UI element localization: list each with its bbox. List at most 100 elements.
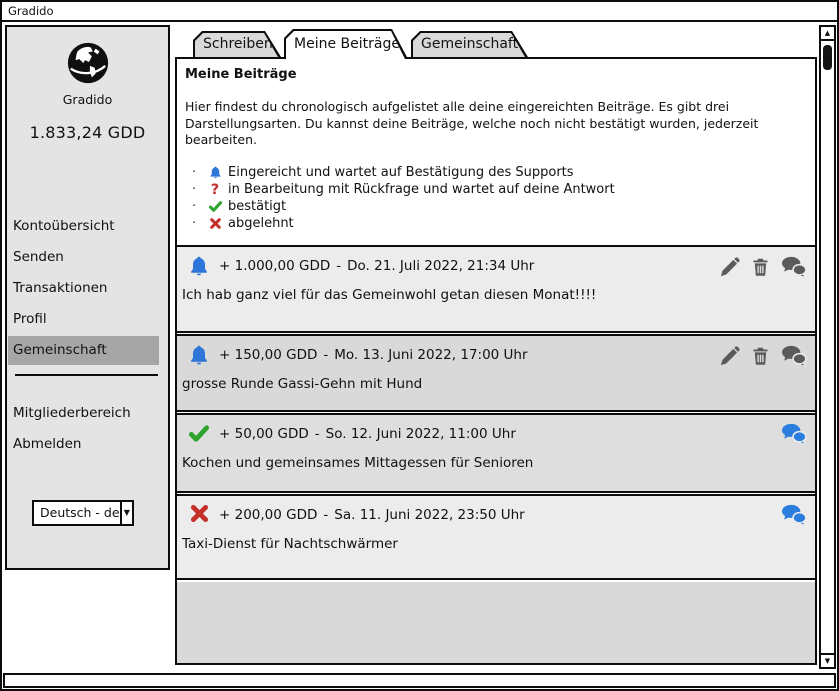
bullet: · (192, 216, 202, 231)
window-title: Gradido (8, 4, 54, 18)
sidebar-divider (15, 374, 158, 376)
sidebar-nav: Kontoübersicht Senden Transaktionen Profil G… (7, 212, 168, 365)
chat-button[interactable] (780, 423, 807, 445)
chat-icon (780, 256, 807, 278)
chat-button[interactable] (780, 256, 807, 278)
tab[interactable]: Gemeinschaft (411, 31, 528, 57)
contribution-date: Mo. 13. Juni 2022, 17:00 Uhr (334, 347, 527, 363)
legend-row: · bestätigt (192, 198, 615, 215)
language-dropdown[interactable]: Deutsch - de ▼ (32, 500, 134, 526)
logo (7, 40, 168, 90)
legend-icon-slot (202, 217, 228, 230)
contribution-card: + 1.000,00 GDD-Do. 21. Juli 2022, 21:34 … (177, 245, 815, 333)
scrollbar-thumb[interactable] (823, 45, 832, 70)
contribution-card: + 50,00 GDD-So. 12. Juni 2022, 11:00 Uhr (177, 413, 815, 493)
contribution-date: Sa. 11. Juni 2022, 23:50 Uhr (334, 507, 524, 523)
main-panel: Meine Beiträge Hier findest du chronolog… (175, 57, 817, 665)
contribution-card: + 150,00 GDD-Mo. 13. Juni 2022, 17:00 Uh… (177, 334, 815, 412)
scroll-down-button[interactable]: ▼ (821, 653, 834, 667)
sidebar-nav-item[interactable]: Kontoübersicht (8, 212, 159, 241)
contribution-description: Taxi-Dienst für Nachtschwärmer (182, 536, 775, 552)
list-filler (177, 582, 815, 663)
sidebar-nav-item[interactable]: Gemeinschaft (8, 336, 159, 365)
contribution-card: + 200,00 GDD-Sa. 11. Juni 2022, 23:50 Uh… (177, 494, 815, 580)
bell-icon (187, 343, 211, 369)
status-icon-slot (186, 503, 212, 524)
legend-text: abgelehnt (228, 216, 294, 231)
status-icon-slot (186, 343, 212, 369)
sidebar-nav-item-label: Kontoübersicht (13, 218, 115, 234)
sidebar-nav-item[interactable]: Transaktionen (8, 274, 159, 303)
tab[interactable]: Schreiben (193, 31, 281, 57)
bell-icon (187, 254, 211, 280)
sidebar-nav-item[interactable]: Profil (8, 305, 159, 334)
contribution-header: + 150,00 GDD-Mo. 13. Juni 2022, 17:00 Uh… (219, 347, 528, 363)
chat-icon (780, 345, 807, 367)
chat-icon (780, 423, 807, 445)
scroll-up-button[interactable]: ▲ (821, 27, 834, 41)
sidebar-nav-item[interactable]: Senden (8, 243, 159, 272)
contribution-description: Ich hab ganz viel für das Gemeinwohl get… (182, 287, 775, 303)
sidebar: Gradido 1.833,24 GDD KontoübersichtSende… (5, 25, 170, 570)
bullet: · (192, 165, 202, 180)
separator: - (323, 507, 328, 523)
legend-row: · Eingereicht und wartet auf Bestätigung… (192, 164, 615, 181)
card-actions (718, 255, 807, 279)
legend-text: in Bearbeitung mit Rückfrage und wartet … (228, 182, 615, 197)
sidebar-secondary-nav: Mitgliederbereich Abmelden (7, 399, 168, 459)
tab-label: Gemeinschaft (411, 31, 528, 57)
legend-text: bestätigt (228, 199, 286, 214)
vertical-scrollbar: ▲ ▼ (819, 25, 836, 669)
legend-icon-slot: ? (202, 183, 228, 197)
intro-text: Hier findest du chronologisch aufgeliste… (185, 99, 785, 149)
legend-icon-slot (202, 199, 228, 214)
chat-button[interactable] (780, 504, 807, 526)
language-dropdown-value: Deutsch - de (34, 502, 120, 524)
contribution-amount: + 150,00 GDD (219, 347, 317, 363)
contribution-date: Do. 21. Juli 2022, 21:34 Uhr (347, 258, 534, 274)
sidebar-nav-item-label: Profil (13, 311, 47, 327)
trash-icon (750, 255, 771, 279)
bell-icon (208, 165, 223, 181)
chat-button[interactable] (780, 345, 807, 367)
tab[interactable]: Meine Beiträge (284, 29, 408, 59)
contribution-description: Kochen und gemeinsames Mittagessen für S… (182, 455, 775, 471)
status-icon-slot (186, 422, 212, 445)
sidebar-nav-item-label: Gemeinschaft (13, 342, 107, 358)
cross-icon (209, 217, 222, 230)
edit-button[interactable] (718, 345, 741, 368)
contribution-list: + 1.000,00 GDD-Do. 21. Juli 2022, 21:34 … (177, 245, 815, 663)
window-titlebar: Gradido (2, 2, 837, 22)
bullet: · (192, 182, 202, 197)
dropdown-arrow-icon[interactable]: ▼ (120, 502, 132, 524)
separator: - (323, 347, 328, 363)
legend-text: Eingereicht und wartet auf Bestätigung d… (228, 165, 574, 180)
app-window: Gradido Gradido 1.833,24 GDD Kontoübersi… (0, 0, 839, 691)
chat-icon (780, 504, 807, 526)
legend-row: · abgelehnt (192, 215, 615, 232)
separator: - (315, 426, 320, 442)
tab-bar: Schreiben Meine Beiträge Gemeinschaft (193, 29, 531, 59)
bullet: · (192, 199, 202, 214)
sidebar-nav-item-label: Senden (13, 249, 64, 265)
check-icon (186, 422, 212, 445)
sidebar-secondary-item[interactable]: Mitgliederbereich (8, 399, 159, 428)
contribution-header: + 50,00 GDD-So. 12. Juni 2022, 11:00 Uhr (219, 426, 516, 442)
status-bar (3, 673, 836, 688)
legend-row: · ? in Bearbeitung mit Rückfrage und war… (192, 181, 615, 198)
card-actions (780, 423, 807, 445)
account-balance: 1.833,24 GDD (7, 123, 168, 142)
delete-button[interactable] (750, 255, 771, 279)
sidebar-secondary-item-label: Abmelden (13, 436, 81, 452)
trash-icon (750, 344, 771, 368)
sidebar-nav-item-label: Transaktionen (13, 280, 108, 296)
delete-button[interactable] (750, 344, 771, 368)
card-actions (718, 344, 807, 368)
contribution-header: + 1.000,00 GDD-Do. 21. Juli 2022, 21:34 … (219, 258, 534, 274)
edit-button[interactable] (718, 256, 741, 279)
sidebar-secondary-item-label: Mitgliederbereich (13, 405, 131, 421)
contribution-amount: + 50,00 GDD (219, 426, 309, 442)
pencil-icon (718, 256, 741, 279)
legend-icon-slot (202, 165, 228, 181)
sidebar-secondary-item[interactable]: Abmelden (8, 430, 159, 459)
